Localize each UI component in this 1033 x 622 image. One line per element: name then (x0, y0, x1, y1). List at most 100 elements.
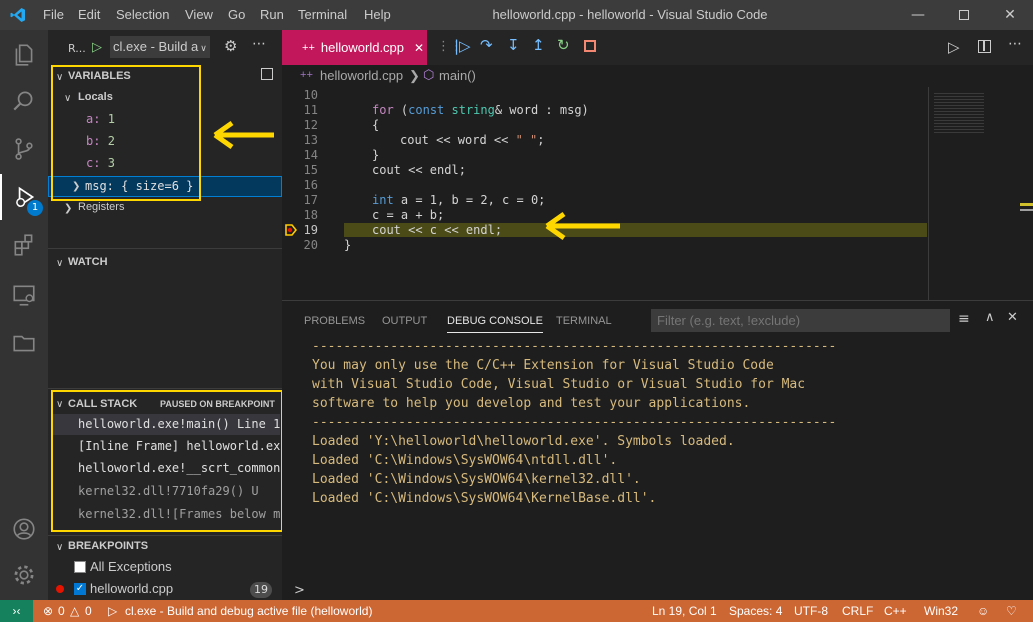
chevron-down-icon: ∨ (200, 43, 207, 53)
debug-config-select[interactable]: cl.exe - Build a ∨ (110, 36, 210, 58)
maximize-icon[interactable] (941, 0, 987, 30)
account-icon[interactable] (0, 506, 48, 552)
error-count[interactable]: 0 (58, 604, 65, 618)
minimap[interactable] (934, 93, 984, 133)
minimize-icon[interactable]: — (895, 0, 941, 30)
search-icon[interactable] (0, 78, 48, 124)
bottom-panel: PROBLEMS OUTPUT DEBUG CONSOLE TERMINAL ≡… (282, 300, 1033, 600)
encoding[interactable]: UTF-8 (794, 604, 828, 618)
debug-config-status[interactable]: cl.exe - Build and debug active file (he… (125, 604, 372, 618)
watch-header[interactable]: WATCH (68, 256, 108, 268)
continue-icon[interactable]: |▷ (454, 37, 471, 55)
settings-gear-icon[interactable]: ⚙ (224, 37, 237, 55)
keyword-int: int (372, 193, 394, 207)
chevron-down-icon[interactable]: ∨ (56, 258, 63, 269)
remote-explorer-icon[interactable] (0, 272, 48, 318)
clear-console-icon[interactable]: ≡ (958, 311, 970, 327)
close-panel-icon[interactable]: ✕ (1007, 310, 1018, 325)
warning-icon[interactable]: △ (70, 604, 79, 618)
code-line: cout << word << " "; (400, 133, 545, 147)
feedback-icon[interactable]: ☺ (977, 604, 989, 618)
more-actions-icon[interactable]: ⋯ (252, 36, 266, 52)
console-line: ----------------------------------------… (312, 339, 837, 354)
folder-icon[interactable] (0, 320, 48, 366)
extensions-icon[interactable] (0, 222, 48, 268)
tab-label: helloworld.cpp (320, 40, 405, 55)
helloworld-breakpoint-checkbox[interactable]: ✓ (74, 583, 86, 595)
all-exceptions-checkbox[interactable] (74, 561, 86, 573)
line-number: 17 (303, 193, 318, 207)
code-line: } (372, 148, 380, 162)
restart-icon[interactable]: ↻ (557, 36, 570, 54)
step-into-icon[interactable]: ↧ (507, 36, 520, 54)
scrollbar-marker (1020, 203, 1033, 206)
line-ending[interactable]: CRLF (842, 604, 873, 618)
tab-output[interactable]: OUTPUT (382, 315, 427, 327)
code-text: cout << word << (400, 133, 516, 147)
close-tab-icon[interactable]: ✕ (414, 41, 424, 55)
start-debug-icon[interactable]: ▷ (92, 40, 102, 55)
console-line: ----------------------------------------… (312, 415, 837, 430)
close-icon[interactable]: ✕ (987, 0, 1033, 30)
platform[interactable]: Win32 (924, 604, 958, 618)
filter-input[interactable] (651, 309, 950, 332)
cpp-file-icon: ⠀++ (292, 69, 313, 81)
warning-count[interactable]: 0 (85, 604, 92, 618)
indentation[interactable]: Spaces: 4 (729, 604, 782, 618)
stop-icon[interactable] (584, 40, 596, 52)
explorer-icon[interactable] (0, 32, 48, 78)
line-number: 16 (303, 178, 318, 192)
tab-helloworld-cpp[interactable]: ⠀++ helloworld.cpp ✕ (282, 30, 427, 65)
tab-problems[interactable]: PROBLEMS (304, 315, 365, 327)
string-literal: " " (515, 133, 538, 147)
cpp-file-icon: ⠀++ (294, 42, 315, 54)
more-actions-icon[interactable]: ⋯ (1008, 36, 1022, 52)
line-number: 20 (303, 238, 318, 252)
minimap-divider (928, 87, 929, 300)
source-control-icon[interactable] (0, 126, 48, 172)
debug-launch-icon[interactable]: ▷ (108, 604, 117, 618)
step-out-icon[interactable]: ↥ (532, 36, 545, 54)
cursor-position[interactable]: Ln 19, Col 1 (652, 604, 717, 618)
keyword-for: for (372, 103, 394, 117)
tab-terminal[interactable]: TERMINAL (556, 315, 612, 327)
language-mode[interactable]: C++ (884, 604, 907, 618)
run-debug-icon[interactable]: 1 (0, 174, 48, 220)
chevron-down-icon[interactable]: ∨ (56, 542, 63, 553)
code-line: for (const string& word : msg) (372, 103, 589, 117)
code-line: cout << endl; (372, 163, 466, 177)
chevron-right-icon: ❯ (409, 68, 420, 83)
breakpoints-header[interactable]: BREAKPOINTS (68, 540, 148, 552)
gear-icon[interactable] (0, 552, 48, 598)
run-view-title: R... (68, 42, 86, 55)
console-line: Loaded 'C:\Windows\SysWOW64\ntdll.dll'. (312, 453, 618, 468)
tab-debug-console[interactable]: DEBUG CONSOLE (447, 315, 543, 333)
notifications-bell-icon[interactable]: ♡ (1006, 604, 1017, 618)
breadcrumb-symbol[interactable]: main() (439, 68, 476, 83)
title-bar: File Edit Selection View Go Run Terminal… (0, 0, 1033, 30)
chevron-right-icon[interactable]: ❯ (64, 203, 72, 214)
remote-icon[interactable]: ›‹ (0, 600, 33, 622)
run-file-icon[interactable]: ▷ (948, 38, 960, 56)
code-line: int a = 1, b = 2, c = 0; (372, 193, 545, 207)
error-icon[interactable]: ⊗ (43, 604, 53, 618)
line-number: 12 (303, 118, 318, 132)
activity-bar: 1 (0, 30, 48, 600)
breakpoint-dot-icon (56, 585, 64, 593)
arrow-left-icon (545, 211, 620, 241)
chevron-up-icon[interactable]: ∧ (985, 310, 995, 325)
step-over-icon[interactable]: ↷ (480, 36, 493, 54)
code-text: a = 1, b = 2, c = 0; (393, 193, 546, 207)
console-line: You may only use the C/C++ Extension for… (312, 358, 774, 373)
registers-scope[interactable]: Registers (78, 201, 124, 213)
console-prompt[interactable]: > (294, 583, 305, 598)
divider (48, 388, 282, 389)
split-editor-icon[interactable] (978, 40, 991, 53)
breadcrumb-file[interactable]: helloworld.cpp (320, 68, 403, 83)
breakpoint-line-badge: 19 (250, 582, 272, 598)
status-bar: ›‹ ⊗ 0 △ 0 ▷ cl.exe - Build and debug ac… (0, 600, 1033, 622)
code-editor[interactable]: 10 11 12 13 14 15 16 17 18 19 20 for (co… (282, 87, 1033, 300)
code-text: ; (537, 133, 545, 147)
collapse-all-icon[interactable] (261, 68, 273, 80)
console-line: Loaded 'C:\Windows\SysWOW64\KernelBase.d… (312, 491, 657, 506)
